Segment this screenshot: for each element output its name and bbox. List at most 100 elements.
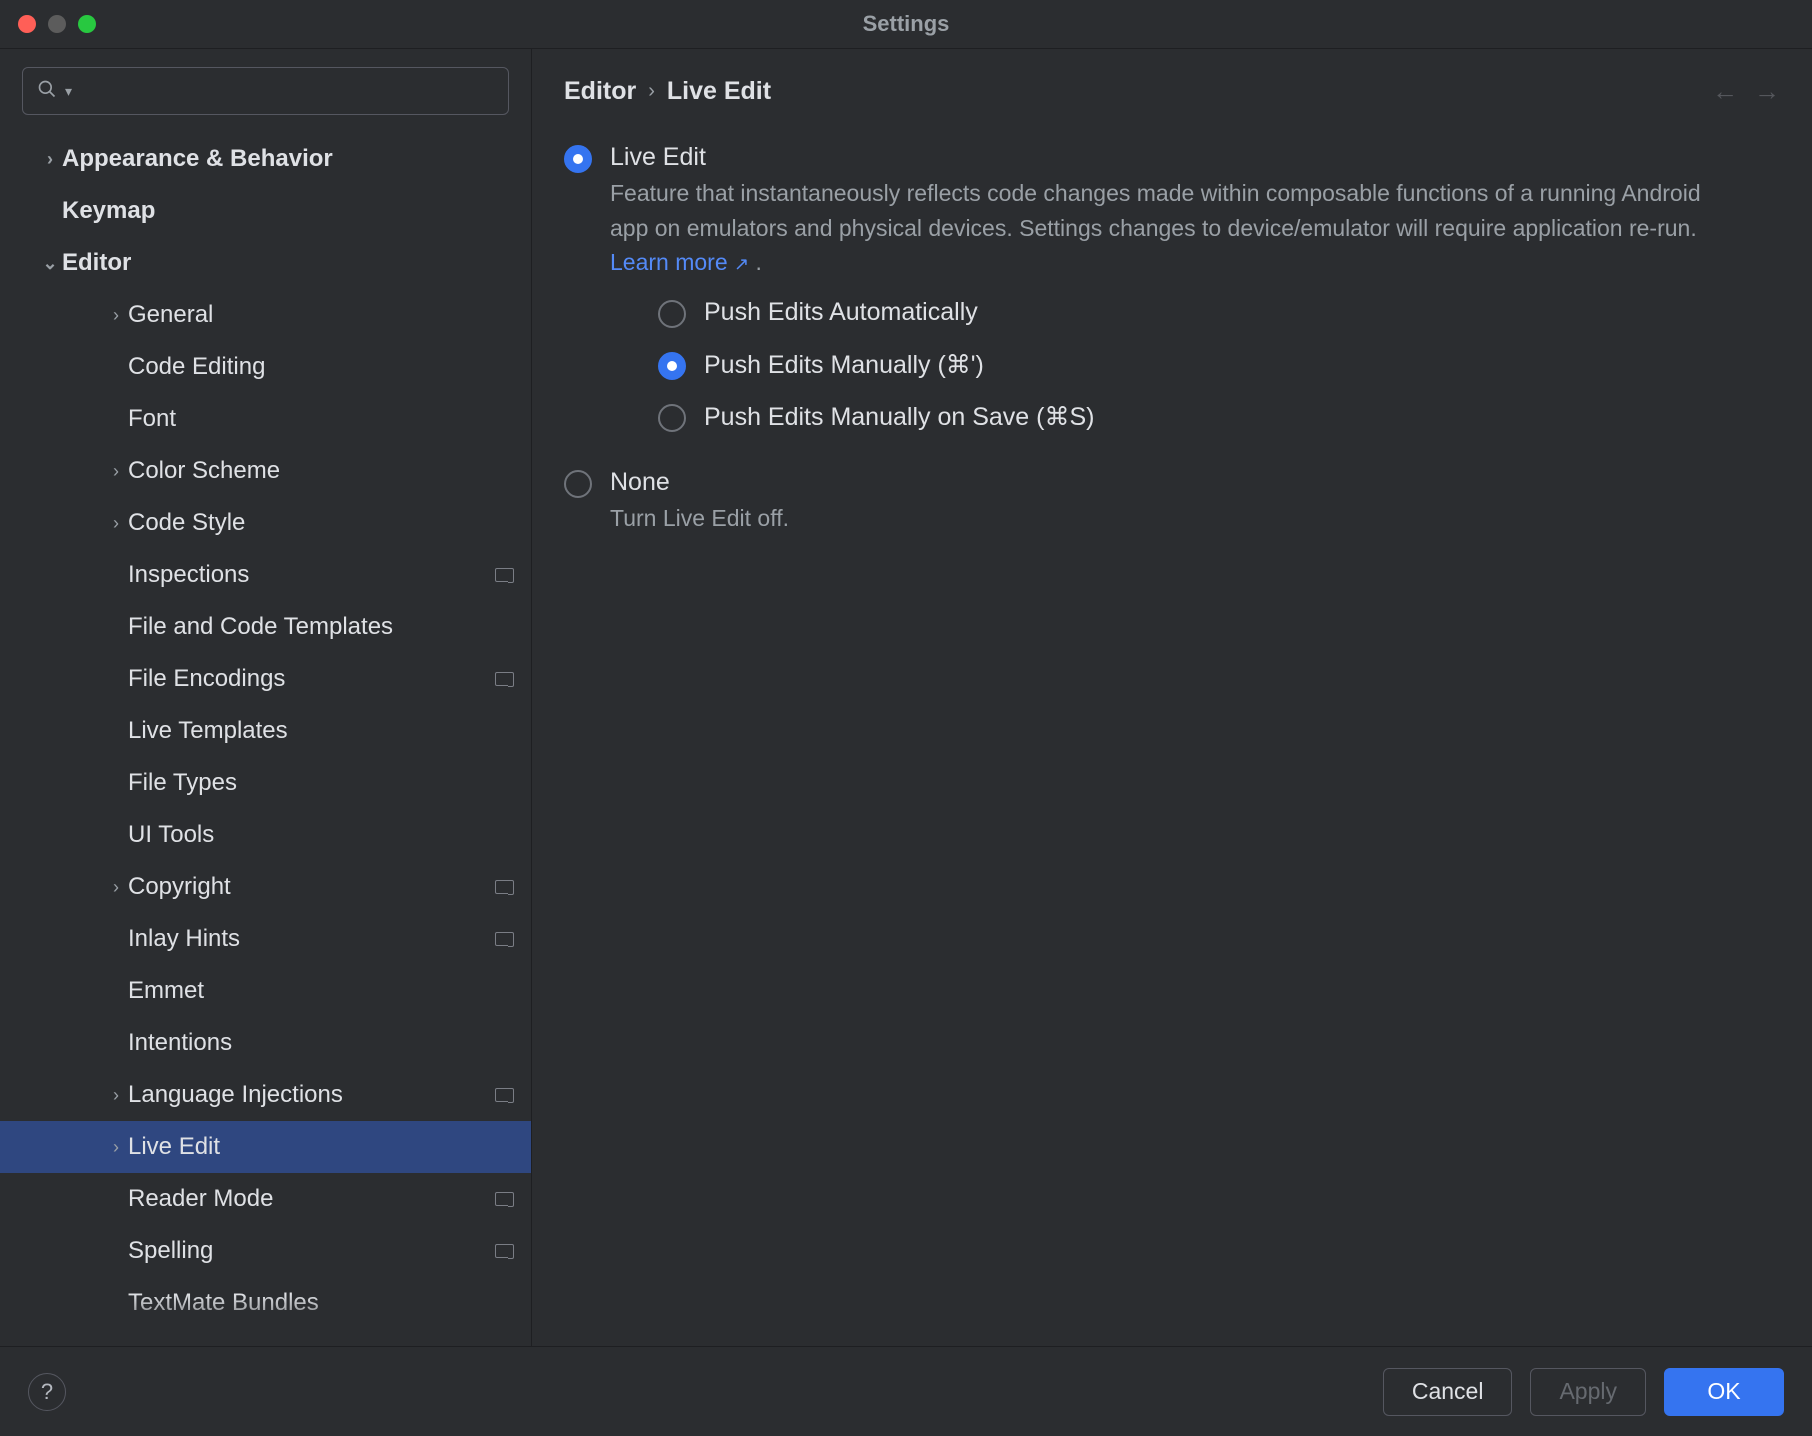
sidebar-item-editor[interactable]: ⌄Editor	[0, 237, 531, 289]
scope-badge-icon	[495, 932, 513, 946]
sidebar-item-ui-tools[interactable]: UI Tools	[0, 809, 531, 861]
radio-live-edit[interactable]	[564, 145, 592, 173]
chevron-right-icon: ›	[636, 80, 667, 103]
window-title: Settings	[0, 11, 1812, 37]
radio-none[interactable]	[564, 470, 592, 498]
zoom-icon[interactable]	[78, 15, 96, 33]
sidebar-item-emmet[interactable]: Emmet	[0, 965, 531, 1017]
option-live-edit-title: Live Edit	[610, 143, 1780, 172]
sidebar-item-copyright[interactable]: ›Copyright	[0, 861, 531, 913]
chevron-down-icon[interactable]: ▾	[65, 83, 72, 100]
sidebar-item-live-edit[interactable]: ›Live Edit	[0, 1121, 531, 1173]
search-input[interactable]: ▾	[22, 67, 509, 115]
sidebar-item-label: File Types	[128, 769, 513, 797]
sidebar-item-inspections[interactable]: Inspections	[0, 549, 531, 601]
option-live-edit-desc: Feature that instantaneously reflects co…	[610, 176, 1730, 280]
scope-badge-icon	[495, 672, 513, 686]
sidebar-item-language-injections[interactable]: ›Language Injections	[0, 1069, 531, 1121]
sidebar-item-label: General	[128, 301, 513, 329]
chevron-right-icon[interactable]: ›	[104, 305, 128, 326]
sidebar-item-code-style[interactable]: ›Code Style	[0, 497, 531, 549]
sidebar-item-general[interactable]: ›General	[0, 289, 531, 341]
help-button[interactable]: ?	[28, 1373, 66, 1411]
sidebar-item-label: Color Scheme	[128, 457, 513, 485]
learn-more-link[interactable]: Learn more ↗	[610, 249, 749, 275]
search-field[interactable]	[80, 80, 494, 103]
subopt-push-edits-automatically[interactable]: Push Edits Automatically	[658, 298, 1780, 328]
breadcrumb-live-edit: Live Edit	[667, 77, 771, 106]
sidebar-item-label: Editor	[62, 249, 513, 277]
close-icon[interactable]	[18, 15, 36, 33]
sidebar: ▾ ›Appearance & BehaviorKeymap⌄Editor›Ge…	[0, 49, 532, 1346]
scope-badge-icon	[495, 568, 513, 582]
apply-button: Apply	[1530, 1368, 1646, 1416]
sidebar-item-label: Live Templates	[128, 717, 513, 745]
scope-badge-icon	[495, 1244, 513, 1258]
scope-badge-icon	[495, 1192, 513, 1206]
radio-button[interactable]	[658, 300, 686, 328]
sidebar-item-file-and-code-templates[interactable]: File and Code Templates	[0, 601, 531, 653]
sidebar-item-live-templates[interactable]: Live Templates	[0, 705, 531, 757]
subopt-push-edits-manually-[interactable]: Push Edits Manually (⌘')	[658, 350, 1780, 380]
sidebar-item-file-types[interactable]: File Types	[0, 757, 531, 809]
sidebar-item-font[interactable]: Font	[0, 393, 531, 445]
sidebar-item-label: UI Tools	[128, 821, 513, 849]
subopt-label: Push Edits Automatically	[704, 298, 978, 327]
sidebar-item-label: Intentions	[128, 1029, 513, 1057]
window-controls	[18, 15, 96, 33]
sidebar-item-label: Emmet	[128, 977, 513, 1005]
settings-tree: ›Appearance & BehaviorKeymap⌄Editor›Gene…	[0, 127, 531, 1346]
chevron-right-icon[interactable]: ›	[104, 877, 128, 898]
option-live-edit[interactable]: Live Edit Feature that instantaneously r…	[564, 143, 1780, 440]
sidebar-item-inlay-hints[interactable]: Inlay Hints	[0, 913, 531, 965]
nav-back-icon[interactable]: ←	[1712, 76, 1738, 107]
chevron-right-icon[interactable]: ›	[104, 461, 128, 482]
radio-button[interactable]	[658, 404, 686, 432]
sidebar-item-label: Inspections	[128, 561, 495, 589]
chevron-right-icon[interactable]: ›	[38, 149, 62, 170]
sidebar-item-reader-mode[interactable]: Reader Mode	[0, 1173, 531, 1225]
sidebar-item-file-encodings[interactable]: File Encodings	[0, 653, 531, 705]
sidebar-item-label: TextMate Bundles	[128, 1289, 513, 1317]
titlebar: Settings	[0, 0, 1812, 48]
radio-button[interactable]	[658, 352, 686, 380]
sidebar-item-color-scheme[interactable]: ›Color Scheme	[0, 445, 531, 497]
sidebar-item-label: Copyright	[128, 873, 495, 901]
external-link-icon: ↗	[734, 254, 749, 274]
sidebar-item-textmate-bundles[interactable]: TextMate Bundles	[0, 1277, 531, 1329]
subopt-push-edits-manually-on-save-s-[interactable]: Push Edits Manually on Save (⌘S)	[658, 402, 1780, 432]
subopt-label: Push Edits Manually (⌘')	[704, 350, 984, 380]
chevron-right-icon[interactable]: ›	[104, 1085, 128, 1106]
option-none-title: None	[610, 468, 1780, 497]
sidebar-item-label: Reader Mode	[128, 1185, 495, 1213]
nav-forward-icon[interactable]: →	[1754, 76, 1780, 107]
settings-window: Settings ▾ ›Appearance & BehaviorKeymap⌄…	[0, 0, 1812, 1436]
option-none[interactable]: None Turn Live Edit off.	[564, 468, 1780, 544]
minimize-icon[interactable]	[48, 15, 66, 33]
chevron-right-icon[interactable]: ›	[104, 1137, 128, 1158]
sidebar-item-label: Language Injections	[128, 1081, 495, 1109]
subopt-label: Push Edits Manually on Save (⌘S)	[704, 402, 1094, 432]
sidebar-item-label: File and Code Templates	[128, 613, 513, 641]
scope-badge-icon	[495, 880, 513, 894]
footer: ? Cancel Apply OK	[0, 1346, 1812, 1436]
sidebar-item-label: File Encodings	[128, 665, 495, 693]
sidebar-item-label: Appearance & Behavior	[62, 145, 513, 173]
sidebar-item-label: Spelling	[128, 1237, 495, 1265]
breadcrumb-editor[interactable]: Editor	[564, 77, 636, 106]
scope-badge-icon	[495, 1088, 513, 1102]
sidebar-item-intentions[interactable]: Intentions	[0, 1017, 531, 1069]
chevron-right-icon[interactable]: ›	[104, 513, 128, 534]
sidebar-item-label: Live Edit	[128, 1133, 513, 1161]
sidebar-item-spelling[interactable]: Spelling	[0, 1225, 531, 1277]
breadcrumb: Editor › Live Edit ← →	[564, 67, 1780, 115]
sidebar-item-code-editing[interactable]: Code Editing	[0, 341, 531, 393]
cancel-button[interactable]: Cancel	[1383, 1368, 1513, 1416]
ok-button[interactable]: OK	[1664, 1368, 1784, 1416]
sidebar-item-label: Code Style	[128, 509, 513, 537]
sidebar-item-appearance-behavior[interactable]: ›Appearance & Behavior	[0, 133, 531, 185]
sidebar-item-label: Keymap	[62, 197, 513, 225]
live-edit-suboptions: Push Edits Automatically Push Edits Manua…	[610, 280, 1780, 432]
chevron-down-icon[interactable]: ⌄	[38, 253, 62, 274]
sidebar-item-keymap[interactable]: Keymap	[0, 185, 531, 237]
